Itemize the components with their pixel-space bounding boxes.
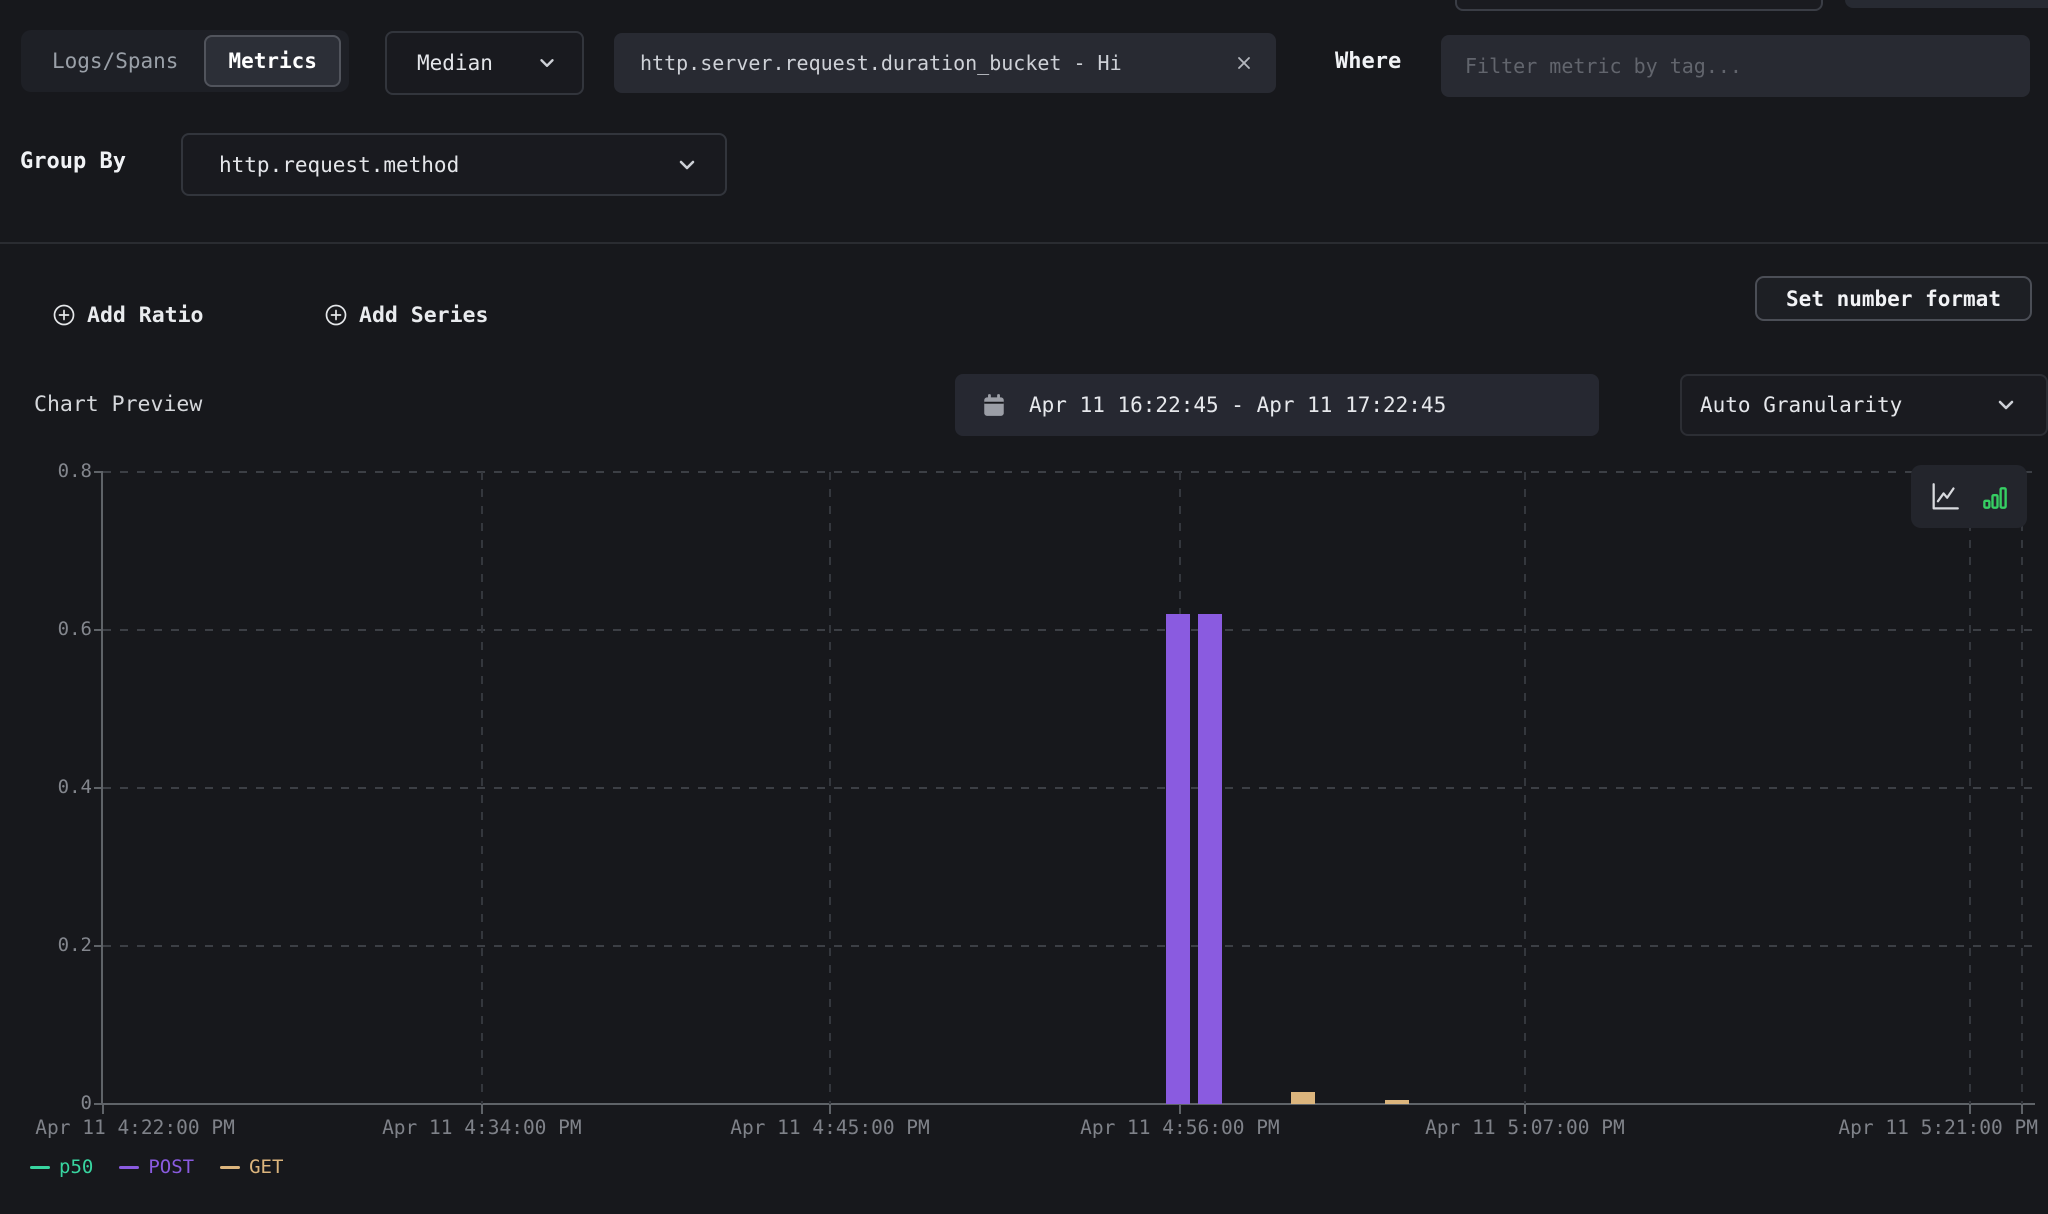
x-tick bbox=[481, 1105, 483, 1114]
x-tick bbox=[1524, 1105, 1526, 1114]
truncated-top-button[interactable] bbox=[1845, 0, 2048, 8]
chart-bar-POST bbox=[1166, 614, 1190, 1104]
chart-bar-POST bbox=[1198, 614, 1222, 1104]
x-axis-label: Apr 11 4:34:00 PM bbox=[382, 1116, 582, 1139]
x-tick bbox=[1179, 1105, 1181, 1114]
where-label: Where bbox=[1335, 49, 1401, 74]
x-tick bbox=[2021, 1105, 2023, 1114]
group-by-value: http.request.method bbox=[219, 153, 459, 177]
legend-label: p50 bbox=[59, 1156, 93, 1178]
x-axis-label: Apr 11 5:21:00 PM bbox=[1838, 1116, 2038, 1139]
chart-x-axis bbox=[101, 1103, 2035, 1105]
set-number-format-button[interactable]: Set number format bbox=[1755, 276, 2032, 321]
y-gridline bbox=[103, 787, 2035, 789]
legend-swatch bbox=[119, 1166, 139, 1169]
chart-bar-GET bbox=[1385, 1100, 1409, 1104]
y-tick bbox=[94, 471, 103, 473]
time-range-picker[interactable]: Apr 11 16:22:45 - Apr 11 17:22:45 bbox=[955, 374, 1599, 436]
x-tick bbox=[829, 1105, 831, 1114]
metric-name: http.server.request.duration_bucket - Hi bbox=[640, 51, 1234, 75]
legend-swatch bbox=[220, 1166, 240, 1169]
y-tick bbox=[94, 629, 103, 631]
chart-preview-title: Chart Preview bbox=[34, 392, 202, 417]
granularity-select[interactable]: Auto Granularity bbox=[1680, 374, 2048, 436]
x-axis-label: Apr 11 4:56:00 PM bbox=[1080, 1116, 1280, 1139]
aggregation-value: Median bbox=[417, 51, 493, 75]
chart-bar-GET bbox=[1291, 1092, 1315, 1104]
x-gridline bbox=[1524, 472, 1526, 1104]
calendar-icon bbox=[981, 392, 1007, 418]
legend-swatch bbox=[30, 1166, 50, 1169]
x-gridline bbox=[481, 472, 483, 1104]
y-axis-label: 0.8 bbox=[22, 460, 92, 482]
granularity-value: Auto Granularity bbox=[1700, 393, 1902, 417]
add-series-button[interactable]: Add Series bbox=[324, 292, 488, 338]
x-tick bbox=[1969, 1105, 1971, 1114]
line-chart-toggle[interactable] bbox=[1928, 480, 1962, 514]
x-axis-label: Apr 11 5:07:00 PM bbox=[1425, 1116, 1625, 1139]
chevron-down-icon bbox=[675, 153, 699, 177]
x-gridline bbox=[829, 472, 831, 1104]
group-by-select[interactable]: http.request.method bbox=[181, 133, 727, 196]
legend-item-POST[interactable]: POST bbox=[119, 1156, 194, 1178]
x-axis-label: Apr 11 4:45:00 PM bbox=[730, 1116, 930, 1139]
metric-chip[interactable]: http.server.request.duration_bucket - Hi bbox=[614, 33, 1276, 93]
y-gridline bbox=[103, 945, 2035, 947]
legend-item-GET[interactable]: GET bbox=[220, 1156, 283, 1178]
y-tick bbox=[94, 945, 103, 947]
y-axis-label: 0 bbox=[22, 1092, 92, 1114]
add-series-label: Add Series bbox=[359, 303, 488, 328]
plus-circle-icon bbox=[324, 303, 348, 327]
y-gridline bbox=[103, 471, 2035, 473]
add-ratio-button[interactable]: Add Ratio bbox=[52, 292, 204, 338]
chart-legend: p50 POST GET bbox=[30, 1156, 283, 1178]
divider bbox=[0, 242, 2048, 244]
add-ratio-label: Add Ratio bbox=[87, 303, 204, 328]
close-icon[interactable] bbox=[1234, 53, 1254, 73]
y-tick bbox=[94, 787, 103, 789]
y-axis-label: 0.6 bbox=[22, 618, 92, 640]
legend-label: GET bbox=[249, 1156, 283, 1178]
plus-circle-icon bbox=[52, 303, 76, 327]
legend-label: POST bbox=[148, 1156, 194, 1178]
bar-chart-toggle[interactable] bbox=[1980, 482, 2010, 512]
group-by-label: Group By bbox=[20, 149, 126, 174]
bar-chart-icon bbox=[1980, 482, 2010, 512]
metrics-explorer: Logs/Spans Metrics Median http.server.re… bbox=[0, 0, 2048, 1214]
chart-type-toggle bbox=[1911, 465, 2027, 528]
source-toggle-logs-spans[interactable]: Logs/Spans bbox=[26, 35, 204, 87]
y-gridline bbox=[103, 629, 2035, 631]
truncated-top-input[interactable] bbox=[1455, 0, 1823, 11]
x-axis-label: Apr 11 4:22:00 PM bbox=[35, 1116, 235, 1139]
x-gridline bbox=[2021, 472, 2023, 1104]
filter-input[interactable] bbox=[1441, 35, 2030, 97]
chevron-down-icon bbox=[536, 52, 558, 74]
legend-item-p50[interactable]: p50 bbox=[30, 1156, 93, 1178]
aggregation-select[interactable]: Median bbox=[385, 31, 584, 95]
x-gridline bbox=[1969, 472, 1971, 1104]
line-chart-icon bbox=[1928, 480, 1962, 514]
y-axis-label: 0.4 bbox=[22, 776, 92, 798]
time-range-value: Apr 11 16:22:45 - Apr 11 17:22:45 bbox=[1029, 393, 1446, 417]
source-toggle: Logs/Spans Metrics bbox=[21, 30, 349, 92]
y-axis-label: 0.2 bbox=[22, 934, 92, 956]
x-tick bbox=[102, 1105, 104, 1114]
source-toggle-metrics[interactable]: Metrics bbox=[204, 35, 341, 87]
chevron-down-icon bbox=[1994, 393, 2018, 417]
